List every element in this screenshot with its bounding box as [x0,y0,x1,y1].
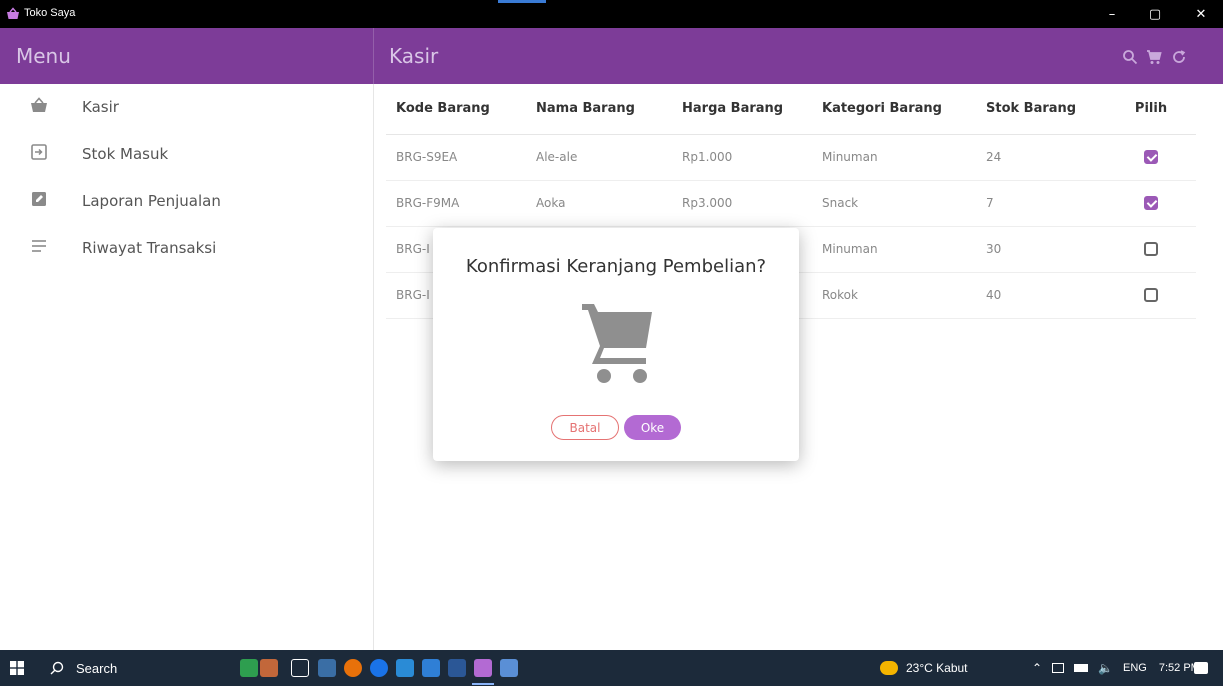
file-explorer-icon[interactable] [318,659,336,677]
taskbar-search[interactable]: Search [34,650,234,686]
network-icon[interactable] [1052,663,1065,673]
title-accent [498,0,546,3]
task-view-icon[interactable] [291,659,309,677]
close-button[interactable]: ✕ [1184,0,1218,28]
system-tray: ⌃ 🔈 ENG 7:52 PM [1032,650,1200,686]
active-app-indicator [472,683,494,685]
chrome-icon[interactable] [344,659,362,677]
ok-button[interactable]: Oke [624,415,681,440]
edge-icon[interactable] [396,659,414,677]
volume-icon[interactable]: 🔈 [1098,661,1113,675]
search-label: Search [76,660,118,676]
notification-icon [1194,662,1208,674]
windows-start-icon[interactable] [10,661,24,675]
notification-button[interactable] [1194,650,1208,686]
search-icon [50,661,64,675]
toko-saya-app-icon[interactable] [474,659,492,677]
chevron-up-icon[interactable]: ⌃ [1032,661,1042,675]
weather-text: 23°C Kabut [906,661,968,675]
battery-icon[interactable] [1074,664,1089,672]
window-title: Toko Saya [24,7,76,19]
taskbar: Search 23°C Kabut ⌃ 🔈 ENG 7:52 PM [0,650,1223,686]
vscode-icon[interactable] [422,659,440,677]
weather-icon [880,661,898,675]
maximize-button[interactable]: ▢ [1138,0,1172,28]
news-icon[interactable] [260,659,278,677]
dialog-title: Konfirmasi Keranjang Pembelian? [465,256,767,277]
weather-widget[interactable]: 23°C Kabut [880,650,968,686]
confirm-dialog: Konfirmasi Keranjang Pembelian? Batal Ok… [433,228,799,461]
browser-icon[interactable] [370,659,388,677]
minimize-button[interactable]: – [1095,0,1129,28]
app-icon[interactable] [500,659,518,677]
cancel-button[interactable]: Batal [551,415,619,440]
app-window: Toko Saya – ▢ ✕ Menu Kasir Kasir Stok Ma… [0,0,1223,686]
title-bar: Toko Saya – ▢ ✕ [0,0,1223,28]
widget-icon[interactable] [240,659,258,677]
language-indicator[interactable]: ENG [1123,662,1147,674]
app-icon [7,7,19,19]
word-icon[interactable] [448,659,466,677]
shopping-cart-icon [582,304,652,383]
